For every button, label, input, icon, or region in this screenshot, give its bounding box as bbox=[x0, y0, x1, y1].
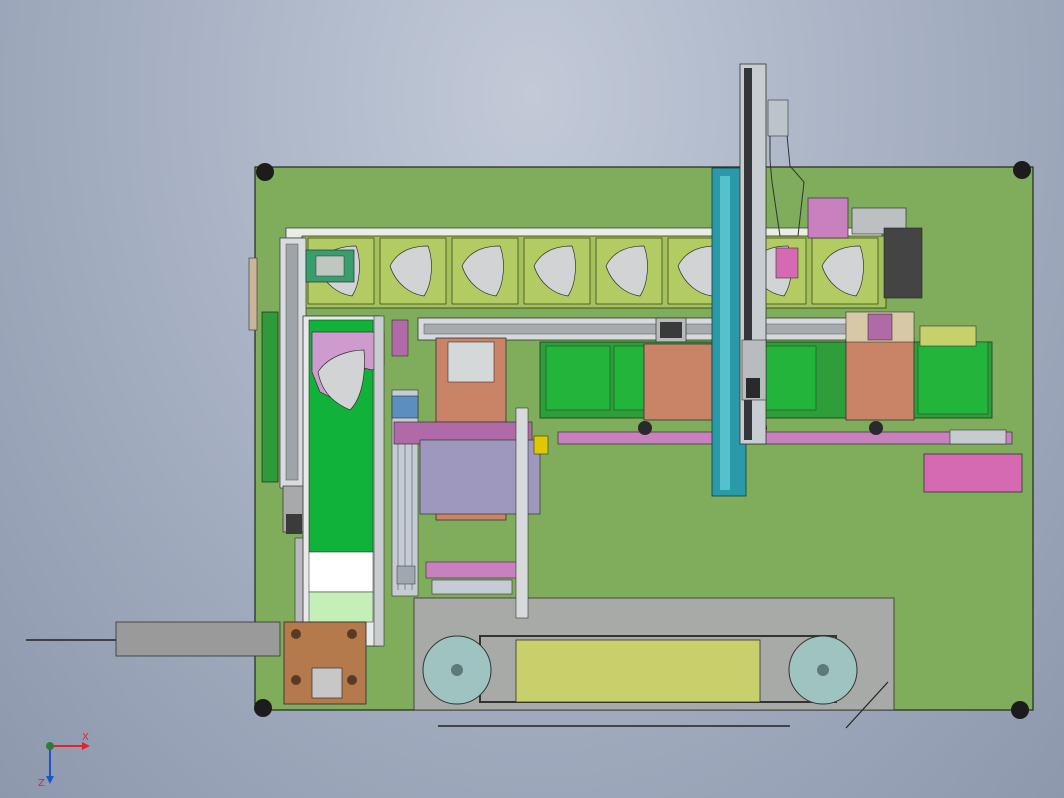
cad-model-view[interactable] bbox=[0, 0, 1064, 798]
bottom-left-gearbox[interactable] bbox=[26, 621, 367, 705]
cad-viewport[interactable]: X Z bbox=[0, 0, 1064, 798]
mask-station bbox=[451, 237, 519, 305]
mask-station bbox=[379, 237, 447, 305]
coordinate-triad-icon: X Z bbox=[38, 732, 90, 788]
z-axis-label: Z bbox=[38, 778, 45, 788]
mask-station bbox=[523, 237, 591, 305]
x-axis-label: X bbox=[82, 732, 89, 743]
mask-station bbox=[811, 237, 879, 305]
mask-station bbox=[595, 237, 663, 305]
vertical-belt-conveyor[interactable] bbox=[302, 315, 385, 647]
